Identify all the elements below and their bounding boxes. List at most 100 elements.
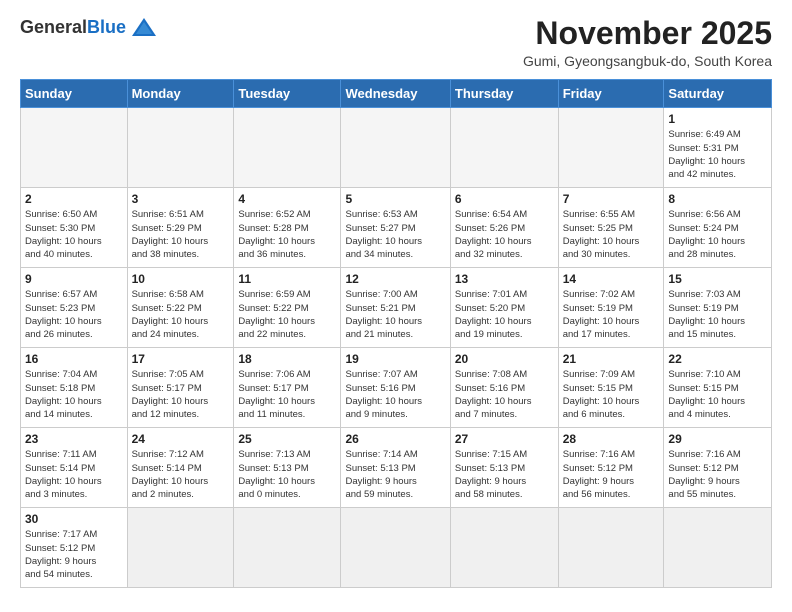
day-number: 25: [238, 431, 336, 447]
day-number: 15: [668, 271, 767, 287]
day-info: Sunrise: 7:07 AM Sunset: 5:16 PM Dayligh…: [345, 368, 445, 421]
day-number: 11: [238, 271, 336, 287]
weekday-header-row: SundayMondayTuesdayWednesdayThursdayFrid…: [21, 80, 772, 108]
day-info: Sunrise: 7:01 AM Sunset: 5:20 PM Dayligh…: [455, 288, 554, 341]
day-number: 28: [563, 431, 660, 447]
calendar-cell-5-3: 25Sunrise: 7:13 AM Sunset: 5:13 PM Dayli…: [234, 428, 341, 508]
calendar-cell-5-4: 26Sunrise: 7:14 AM Sunset: 5:13 PM Dayli…: [341, 428, 450, 508]
calendar-cell-5-1: 23Sunrise: 7:11 AM Sunset: 5:14 PM Dayli…: [21, 428, 128, 508]
day-number: 24: [132, 431, 230, 447]
title-area: November 2025 Gumi, Gyeongsangbuk-do, So…: [523, 16, 772, 69]
day-info: Sunrise: 6:56 AM Sunset: 5:24 PM Dayligh…: [668, 208, 767, 261]
calendar-cell-4-1: 16Sunrise: 7:04 AM Sunset: 5:18 PM Dayli…: [21, 348, 128, 428]
day-info: Sunrise: 6:50 AM Sunset: 5:30 PM Dayligh…: [25, 208, 123, 261]
location-subtitle: Gumi, Gyeongsangbuk-do, South Korea: [523, 53, 772, 69]
day-info: Sunrise: 7:10 AM Sunset: 5:15 PM Dayligh…: [668, 368, 767, 421]
weekday-header-saturday: Saturday: [664, 80, 772, 108]
logo-blue-text: Blue: [87, 17, 126, 38]
day-number: 29: [668, 431, 767, 447]
calendar-cell-1-2: [127, 108, 234, 188]
week-row-1: 1Sunrise: 6:49 AM Sunset: 5:31 PM Daylig…: [21, 108, 772, 188]
week-row-3: 9Sunrise: 6:57 AM Sunset: 5:23 PM Daylig…: [21, 268, 772, 348]
week-row-6: 30Sunrise: 7:17 AM Sunset: 5:12 PM Dayli…: [21, 508, 772, 588]
day-info: Sunrise: 7:00 AM Sunset: 5:21 PM Dayligh…: [345, 288, 445, 341]
day-info: Sunrise: 7:15 AM Sunset: 5:13 PM Dayligh…: [455, 448, 554, 501]
calendar-cell-5-6: 28Sunrise: 7:16 AM Sunset: 5:12 PM Dayli…: [558, 428, 664, 508]
day-number: 2: [25, 191, 123, 207]
day-number: 26: [345, 431, 445, 447]
weekday-header-wednesday: Wednesday: [341, 80, 450, 108]
day-number: 10: [132, 271, 230, 287]
calendar-cell-6-5: [450, 508, 558, 588]
calendar-cell-3-3: 11Sunrise: 6:59 AM Sunset: 5:22 PM Dayli…: [234, 268, 341, 348]
logo-general-text: General: [20, 17, 87, 38]
calendar-cell-1-4: [341, 108, 450, 188]
weekday-header-thursday: Thursday: [450, 80, 558, 108]
calendar-cell-4-5: 20Sunrise: 7:08 AM Sunset: 5:16 PM Dayli…: [450, 348, 558, 428]
day-info: Sunrise: 7:05 AM Sunset: 5:17 PM Dayligh…: [132, 368, 230, 421]
day-number: 1: [668, 111, 767, 127]
day-info: Sunrise: 7:06 AM Sunset: 5:17 PM Dayligh…: [238, 368, 336, 421]
day-number: 12: [345, 271, 445, 287]
day-info: Sunrise: 7:11 AM Sunset: 5:14 PM Dayligh…: [25, 448, 123, 501]
day-info: Sunrise: 6:52 AM Sunset: 5:28 PM Dayligh…: [238, 208, 336, 261]
calendar-cell-5-5: 27Sunrise: 7:15 AM Sunset: 5:13 PM Dayli…: [450, 428, 558, 508]
calendar-cell-3-1: 9Sunrise: 6:57 AM Sunset: 5:23 PM Daylig…: [21, 268, 128, 348]
day-info: Sunrise: 7:02 AM Sunset: 5:19 PM Dayligh…: [563, 288, 660, 341]
logo: General Blue: [20, 16, 158, 38]
calendar-cell-3-7: 15Sunrise: 7:03 AM Sunset: 5:19 PM Dayli…: [664, 268, 772, 348]
weekday-header-sunday: Sunday: [21, 80, 128, 108]
calendar-cell-3-5: 13Sunrise: 7:01 AM Sunset: 5:20 PM Dayli…: [450, 268, 558, 348]
calendar-cell-4-6: 21Sunrise: 7:09 AM Sunset: 5:15 PM Dayli…: [558, 348, 664, 428]
day-info: Sunrise: 7:04 AM Sunset: 5:18 PM Dayligh…: [25, 368, 123, 421]
calendar-cell-6-2: [127, 508, 234, 588]
day-info: Sunrise: 6:58 AM Sunset: 5:22 PM Dayligh…: [132, 288, 230, 341]
calendar-cell-4-3: 18Sunrise: 7:06 AM Sunset: 5:17 PM Dayli…: [234, 348, 341, 428]
week-row-5: 23Sunrise: 7:11 AM Sunset: 5:14 PM Dayli…: [21, 428, 772, 508]
day-info: Sunrise: 6:51 AM Sunset: 5:29 PM Dayligh…: [132, 208, 230, 261]
day-number: 18: [238, 351, 336, 367]
day-number: 22: [668, 351, 767, 367]
calendar-cell-6-4: [341, 508, 450, 588]
day-number: 17: [132, 351, 230, 367]
calendar-cell-5-2: 24Sunrise: 7:12 AM Sunset: 5:14 PM Dayli…: [127, 428, 234, 508]
calendar-cell-2-2: 3Sunrise: 6:51 AM Sunset: 5:29 PM Daylig…: [127, 188, 234, 268]
day-info: Sunrise: 7:17 AM Sunset: 5:12 PM Dayligh…: [25, 528, 123, 581]
day-number: 20: [455, 351, 554, 367]
calendar-cell-3-6: 14Sunrise: 7:02 AM Sunset: 5:19 PM Dayli…: [558, 268, 664, 348]
calendar-cell-1-1: [21, 108, 128, 188]
day-number: 16: [25, 351, 123, 367]
calendar-cell-6-6: [558, 508, 664, 588]
calendar-cell-6-1: 30Sunrise: 7:17 AM Sunset: 5:12 PM Dayli…: [21, 508, 128, 588]
day-number: 13: [455, 271, 554, 287]
logo-icon: [130, 16, 158, 38]
day-number: 23: [25, 431, 123, 447]
day-number: 6: [455, 191, 554, 207]
day-info: Sunrise: 6:54 AM Sunset: 5:26 PM Dayligh…: [455, 208, 554, 261]
day-info: Sunrise: 7:16 AM Sunset: 5:12 PM Dayligh…: [563, 448, 660, 501]
calendar-cell-3-4: 12Sunrise: 7:00 AM Sunset: 5:21 PM Dayli…: [341, 268, 450, 348]
day-info: Sunrise: 6:49 AM Sunset: 5:31 PM Dayligh…: [668, 128, 767, 181]
calendar-cell-1-3: [234, 108, 341, 188]
day-info: Sunrise: 6:55 AM Sunset: 5:25 PM Dayligh…: [563, 208, 660, 261]
day-number: 9: [25, 271, 123, 287]
calendar-cell-1-7: 1Sunrise: 6:49 AM Sunset: 5:31 PM Daylig…: [664, 108, 772, 188]
calendar-cell-3-2: 10Sunrise: 6:58 AM Sunset: 5:22 PM Dayli…: [127, 268, 234, 348]
day-number: 21: [563, 351, 660, 367]
calendar-cell-4-7: 22Sunrise: 7:10 AM Sunset: 5:15 PM Dayli…: [664, 348, 772, 428]
calendar-cell-5-7: 29Sunrise: 7:16 AM Sunset: 5:12 PM Dayli…: [664, 428, 772, 508]
day-info: Sunrise: 6:59 AM Sunset: 5:22 PM Dayligh…: [238, 288, 336, 341]
day-info: Sunrise: 7:03 AM Sunset: 5:19 PM Dayligh…: [668, 288, 767, 341]
calendar-cell-2-3: 4Sunrise: 6:52 AM Sunset: 5:28 PM Daylig…: [234, 188, 341, 268]
calendar-cell-6-3: [234, 508, 341, 588]
day-number: 8: [668, 191, 767, 207]
day-number: 4: [238, 191, 336, 207]
logo-area: General Blue: [20, 16, 158, 38]
calendar-table: SundayMondayTuesdayWednesdayThursdayFrid…: [20, 79, 772, 588]
day-number: 14: [563, 271, 660, 287]
page: General Blue November 2025 Gumi, Gyeongs…: [0, 0, 792, 598]
header: General Blue November 2025 Gumi, Gyeongs…: [20, 16, 772, 69]
day-info: Sunrise: 7:13 AM Sunset: 5:13 PM Dayligh…: [238, 448, 336, 501]
calendar-cell-4-2: 17Sunrise: 7:05 AM Sunset: 5:17 PM Dayli…: [127, 348, 234, 428]
month-title: November 2025: [523, 16, 772, 51]
